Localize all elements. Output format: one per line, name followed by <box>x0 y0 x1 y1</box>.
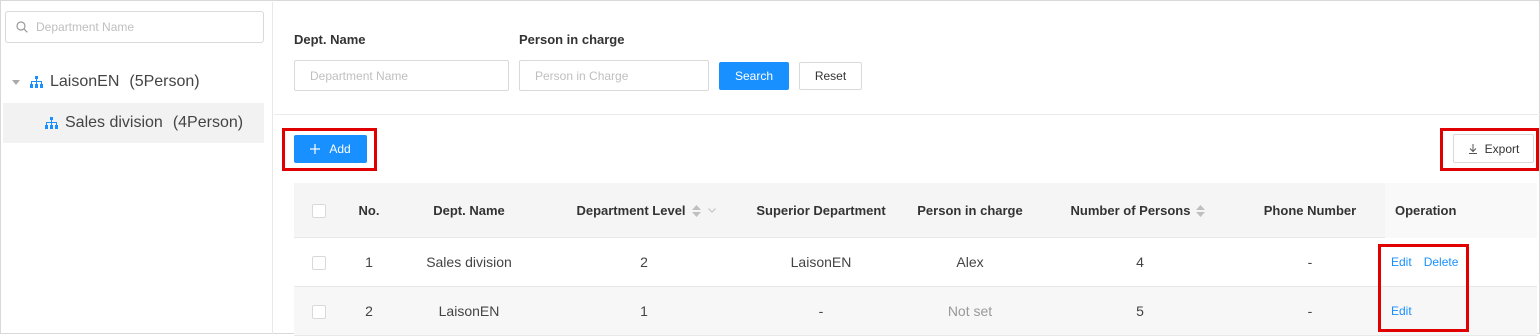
dept-name-label: Dept. Name <box>294 32 366 47</box>
search-icon <box>16 21 28 33</box>
plus-icon <box>310 144 321 154</box>
delete-link[interactable]: Delete <box>1424 255 1459 269</box>
tree-node-count: (4Person) <box>172 114 244 131</box>
col-no: No. <box>358 203 380 218</box>
cell-no: 1 <box>365 254 373 270</box>
col-phone-number: Phone Number <box>1263 203 1357 218</box>
caret-down-icon[interactable] <box>12 78 20 86</box>
cell-person: Not set <box>947 303 993 319</box>
cell-level: 2 <box>640 254 648 270</box>
cell-person: Alex <box>956 254 984 270</box>
edit-link[interactable]: Edit <box>1391 255 1412 269</box>
tree-search-box[interactable] <box>5 11 264 43</box>
cell-operation: Edit Delete <box>1385 238 1537 286</box>
cell-dept-name: LaisonEN <box>438 303 500 319</box>
col-number-of-persons[interactable]: Number of Persons <box>1058 183 1218 238</box>
table-row: 1 Sales division 2 LaisonEN Alex 4 - Edi… <box>294 238 1537 287</box>
org-chart-icon <box>30 75 43 88</box>
col-superior-department: Superior Department <box>756 203 886 218</box>
person-in-charge-label: Person in charge <box>519 32 625 47</box>
col-dept-name: Dept. Name <box>433 203 505 218</box>
col-operation: Operation <box>1385 183 1537 238</box>
export-button-label: Export <box>1484 141 1520 156</box>
cell-phone: - <box>1307 303 1313 319</box>
add-button[interactable]: Add <box>294 135 367 163</box>
cell-dept-name: Sales division <box>426 254 512 270</box>
add-button-label: Add <box>329 142 351 156</box>
col-department-level[interactable]: Department Level <box>556 183 736 238</box>
filter-chevron-icon[interactable] <box>707 208 716 213</box>
sort-icon[interactable] <box>691 204 701 218</box>
col-department-level-label: Department Level <box>576 203 686 218</box>
person-in-charge-input[interactable] <box>519 60 709 91</box>
sort-icon[interactable] <box>1196 204 1206 218</box>
org-chart-icon <box>45 116 58 129</box>
section-divider <box>274 114 1540 115</box>
reset-button[interactable]: Reset <box>799 62 862 90</box>
cell-persons: 4 <box>1136 254 1144 270</box>
row-checkbox[interactable] <box>312 305 326 319</box>
tree-node-laisonen[interactable]: LaisonEN (5Person) <box>12 72 200 92</box>
search-button[interactable]: Search <box>719 62 789 90</box>
edit-link[interactable]: Edit <box>1391 304 1412 318</box>
cell-superior: - <box>818 303 824 319</box>
export-button[interactable]: Export <box>1453 134 1534 163</box>
col-person-in-charge: Person in charge <box>917 203 1023 218</box>
cell-phone: - <box>1307 254 1313 270</box>
page-frame: LaisonEN (5Person) Sales division (4Pers… <box>0 0 1540 336</box>
tree-node-label: LaisonEN <box>50 73 120 90</box>
table-row: 2 LaisonEN 1 - Not set 5 - Edit <box>294 287 1537 336</box>
cell-persons: 5 <box>1136 303 1144 319</box>
cell-operation: Edit <box>1385 287 1537 335</box>
tree-node-count: (5Person) <box>129 73 200 90</box>
dept-name-input[interactable] <box>294 60 509 91</box>
row-checkbox[interactable] <box>312 256 326 270</box>
department-tree-panel: LaisonEN (5Person) Sales division (4Pers… <box>2 2 273 334</box>
tree-search-input[interactable] <box>36 20 236 34</box>
col-number-of-persons-label: Number of Persons <box>1070 203 1191 218</box>
table-header: No. Dept. Name Department Level Superior… <box>294 183 1537 238</box>
download-icon <box>1468 143 1477 154</box>
cell-level: 1 <box>640 303 648 319</box>
cell-no: 2 <box>365 303 373 319</box>
cell-superior: LaisonEN <box>790 254 852 270</box>
select-all-checkbox[interactable] <box>312 204 326 218</box>
tree-node-label: Sales division <box>65 114 163 131</box>
tree-node-sales-division[interactable]: Sales division (4Person) <box>3 103 264 143</box>
